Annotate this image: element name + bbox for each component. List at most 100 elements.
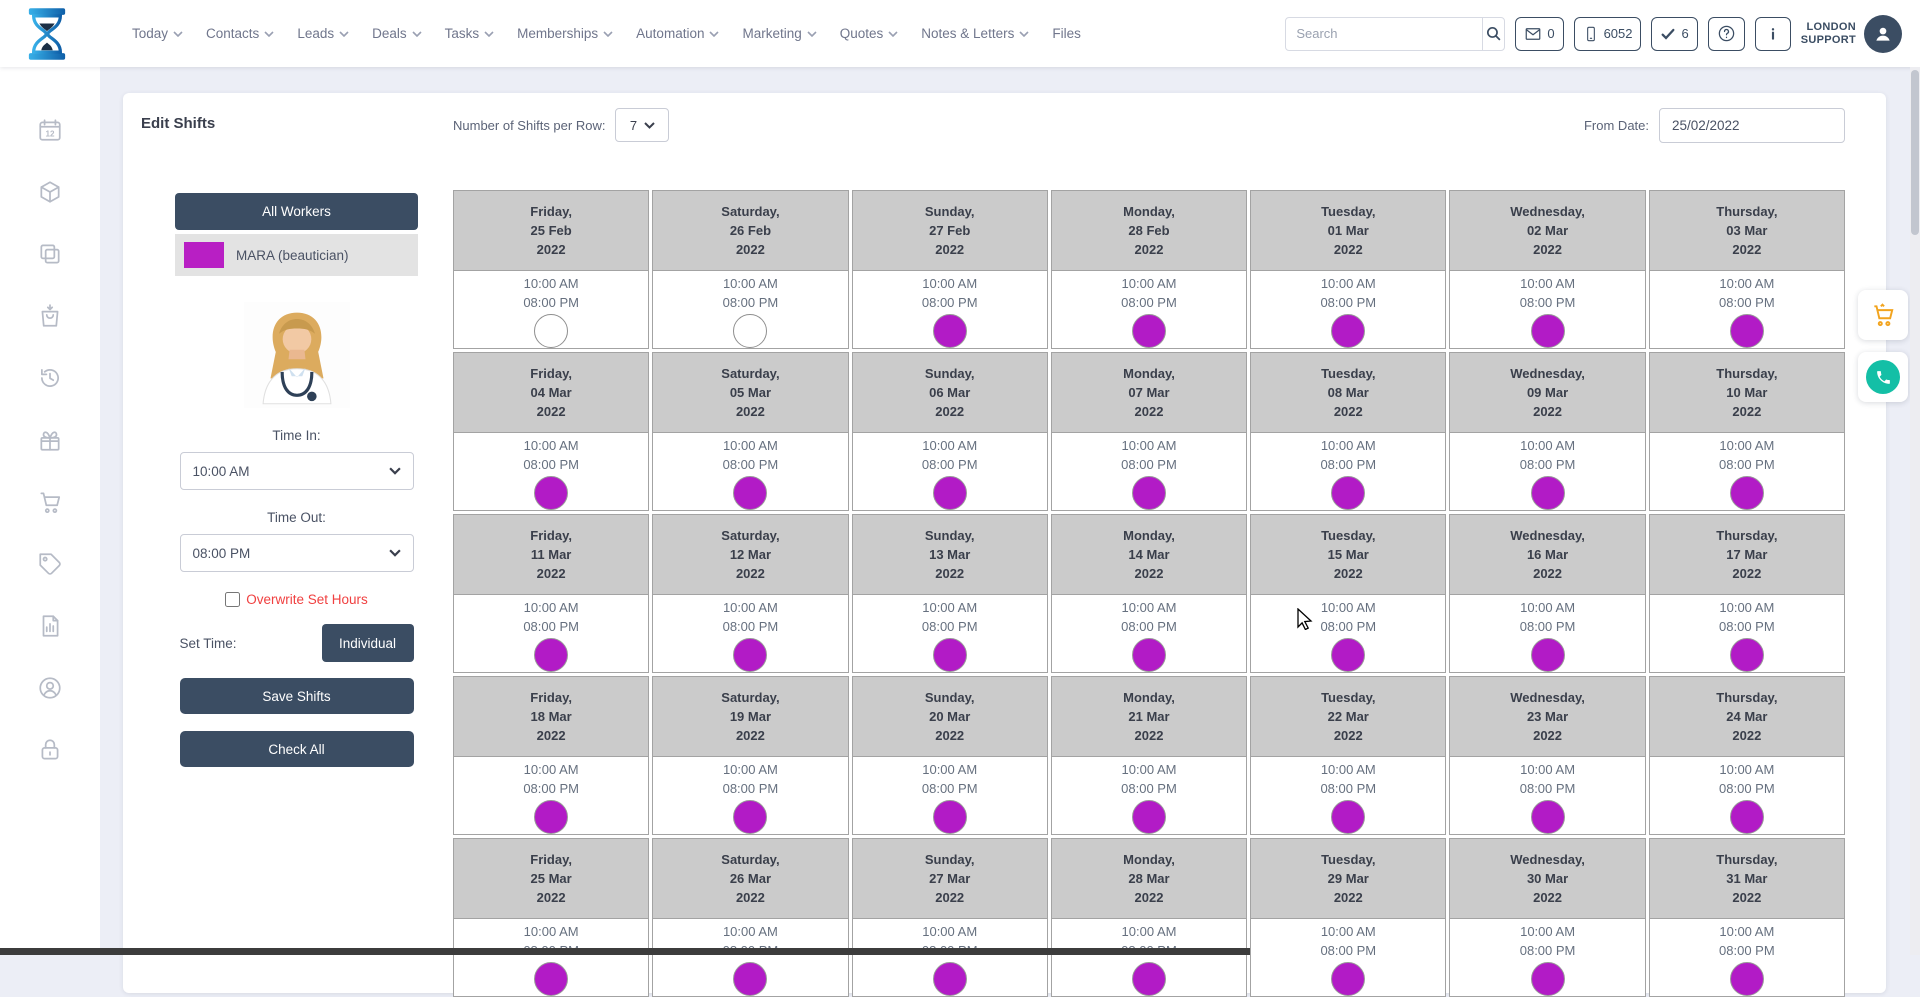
shift-time-in: 10:00 AM [1321, 436, 1376, 455]
nav-item-deals[interactable]: Deals [372, 26, 422, 41]
sidebar-duplicate-icon[interactable] [37, 241, 63, 267]
time-out-select[interactable]: 08:00 PM [180, 534, 414, 572]
shifts-per-row-select[interactable]: 7 [615, 108, 669, 142]
time-in-select[interactable]: 10:00 AM [180, 452, 414, 490]
shift-toggle-circle[interactable] [1730, 476, 1764, 510]
shift-toggle-circle[interactable] [1132, 638, 1166, 672]
account-menu[interactable]: LONDON SUPPORT [1801, 15, 1902, 53]
day-header-weekday: Thursday, [1716, 202, 1777, 221]
nav-item-leads[interactable]: Leads [297, 26, 349, 41]
day-header-year: 2022 [1334, 564, 1363, 583]
badge-info[interactable] [1755, 17, 1791, 51]
shift-toggle-circle[interactable] [733, 476, 767, 510]
day-header: Friday,04 Mar2022 [454, 353, 648, 433]
shift-toggle-circle[interactable] [733, 800, 767, 834]
page-title: Edit Shifts [141, 115, 215, 132]
nav-item-memberships[interactable]: Memberships [517, 26, 613, 41]
sidebar-orders-bag-icon[interactable] [37, 303, 63, 329]
shift-toggle-circle[interactable] [1531, 962, 1565, 996]
phone-icon [1866, 360, 1900, 394]
day-header-year: 2022 [1732, 888, 1761, 907]
sidebar-gift-icon[interactable] [37, 427, 63, 453]
phone-floating-button[interactable] [1858, 352, 1908, 402]
all-workers-button[interactable]: All Workers [175, 193, 418, 230]
sidebar-calendar-icon[interactable]: 12 [37, 117, 63, 143]
sidebar-history-icon[interactable] [37, 365, 63, 391]
sidebar-price-tag-icon[interactable] [37, 551, 63, 577]
worker-list-item[interactable]: MARA (beautician) [175, 234, 418, 276]
shifts-calendar: Friday,25 Feb202210:00 AM08:00 PMSaturda… [453, 190, 1845, 997]
sidebar-account-circle-icon[interactable] [37, 675, 63, 701]
shift-toggle-circle[interactable] [534, 476, 568, 510]
day-header-weekday: Saturday, [721, 688, 779, 707]
day-header: Saturday,26 Mar2022 [653, 839, 847, 919]
shift-toggle-circle[interactable] [1531, 800, 1565, 834]
shift-toggle-circle[interactable] [1132, 962, 1166, 996]
vertical-scrollbar[interactable] [1910, 67, 1920, 955]
save-shifts-button[interactable]: Save Shifts [180, 678, 414, 714]
shift-toggle-circle[interactable] [534, 314, 568, 348]
shift-toggle-circle[interactable] [1730, 962, 1764, 996]
day-header: Thursday,31 Mar2022 [1650, 839, 1844, 919]
shift-toggle-circle[interactable] [1730, 314, 1764, 348]
overwrite-set-hours-checkbox[interactable] [225, 592, 240, 607]
shift-toggle-circle[interactable] [733, 962, 767, 996]
nav-item-automation[interactable]: Automation [636, 26, 719, 41]
shift-toggle-circle[interactable] [1531, 476, 1565, 510]
nav-item-notes-letters[interactable]: Notes & Letters [921, 26, 1029, 41]
sidebar-cart-icon[interactable] [37, 489, 63, 515]
shift-toggle-circle[interactable] [534, 638, 568, 672]
sidebar-report-icon[interactable] [37, 613, 63, 639]
scrollbar-thumb[interactable] [1911, 70, 1919, 235]
shift-toggle-circle[interactable] [1730, 800, 1764, 834]
nav-item-marketing[interactable]: Marketing [742, 26, 816, 41]
nav-item-files[interactable]: Files [1052, 26, 1081, 41]
shift-toggle-circle[interactable] [1132, 800, 1166, 834]
shift-toggle-circle[interactable] [1331, 638, 1365, 672]
day-header-weekday: Friday, [530, 688, 572, 707]
app-logo-hourglass-icon[interactable] [26, 6, 72, 62]
day-header-weekday: Saturday, [721, 850, 779, 869]
nav-item-today[interactable]: Today [132, 26, 183, 41]
nav-item-quotes[interactable]: Quotes [840, 26, 899, 41]
from-date-input[interactable] [1659, 108, 1845, 143]
shift-toggle-circle[interactable] [534, 800, 568, 834]
day-shift-cell: 10:00 AM08:00 PM [1450, 271, 1644, 348]
shift-time-out: 08:00 PM [1719, 293, 1775, 312]
nav-item-contacts[interactable]: Contacts [206, 26, 274, 41]
user-avatar-icon[interactable] [1864, 15, 1902, 53]
nav-item-tasks[interactable]: Tasks [445, 26, 495, 41]
shift-toggle-circle[interactable] [1331, 476, 1365, 510]
shift-toggle-circle[interactable] [933, 314, 967, 348]
shift-toggle-circle[interactable] [1531, 638, 1565, 672]
shift-toggle-circle[interactable] [1132, 476, 1166, 510]
shift-toggle-circle[interactable] [733, 314, 767, 348]
shift-toggle-circle[interactable] [933, 476, 967, 510]
badge-check[interactable]: 6 [1651, 17, 1697, 51]
sidebar-products-cube-icon[interactable] [37, 179, 63, 205]
search-icon[interactable] [1482, 18, 1504, 50]
shift-time-out: 08:00 PM [1719, 455, 1775, 474]
shift-toggle-circle[interactable] [534, 962, 568, 996]
shift-toggle-circle[interactable] [1331, 800, 1365, 834]
sidebar-lock-icon[interactable] [37, 737, 63, 763]
shift-toggle-circle[interactable] [733, 638, 767, 672]
check-all-button[interactable]: Check All [180, 731, 414, 767]
shift-toggle-circle[interactable] [1331, 314, 1365, 348]
shift-toggle-circle[interactable] [1331, 962, 1365, 996]
shift-toggle-circle[interactable] [1730, 638, 1764, 672]
badge-envelope[interactable]: 0 [1515, 17, 1563, 51]
individual-button[interactable]: Individual [322, 624, 414, 662]
shift-toggle-circle[interactable] [1132, 314, 1166, 348]
badge-mobile[interactable]: 6052 [1574, 17, 1642, 51]
day-header-weekday: Wednesday, [1510, 364, 1585, 383]
day-header-year: 2022 [736, 888, 765, 907]
shift-toggle-circle[interactable] [1531, 314, 1565, 348]
badge-help[interactable] [1708, 17, 1745, 51]
cart-floating-button[interactable] [1858, 290, 1908, 340]
shift-toggle-circle[interactable] [933, 638, 967, 672]
shift-time-out: 08:00 PM [1320, 779, 1376, 798]
shift-toggle-circle[interactable] [933, 800, 967, 834]
search-input[interactable] [1286, 26, 1482, 41]
shift-toggle-circle[interactable] [933, 962, 967, 996]
